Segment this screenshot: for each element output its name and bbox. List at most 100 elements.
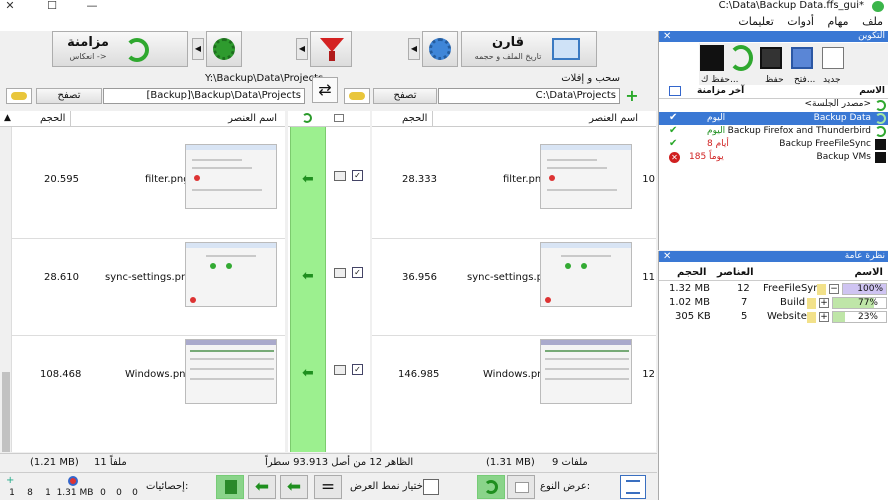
save-button[interactable] (789, 45, 815, 71)
sync-settings-button[interactable] (206, 31, 242, 67)
right-path-input[interactable]: [Backup]\Backup\Data\Projects (103, 88, 305, 104)
percent-label: 100% (857, 284, 883, 294)
close-panel-icon[interactable]: ✕ (663, 31, 671, 42)
config-item[interactable]: ✔ اليوم Backup Data (659, 112, 888, 125)
table-row[interactable]: 28.610 sync-settings.png (0, 238, 285, 335)
filter-icon (320, 38, 344, 52)
show-delete-button[interactable] (216, 475, 244, 499)
table-row[interactable]: 28.333 filter.png 10 (372, 141, 656, 238)
category-different-icon (334, 268, 346, 278)
table-row[interactable]: 108.468 Windows.png (0, 335, 285, 432)
left-status-size: (1.31 MB) (486, 457, 535, 468)
config-name: Backup FreeFileSync (779, 139, 871, 149)
details-view-button[interactable] (620, 475, 646, 499)
stat-create-right: 0 (100, 488, 106, 498)
browse-left-button[interactable]: تصفح (373, 88, 437, 104)
overview-row[interactable]: 1.32 MB 12 FreeFileSync − 100% (659, 283, 888, 297)
expand-icon[interactable]: + (819, 312, 829, 322)
cloud-right-button[interactable] (6, 88, 32, 104)
category-different-icon (334, 171, 346, 181)
arrow-left-icon[interactable]: ⬅ (302, 171, 314, 187)
cloud-icon (11, 92, 27, 100)
compare-dropdown-arrow[interactable]: ◀ (408, 38, 420, 60)
sync-dropdown-arrow[interactable]: ◀ (192, 38, 204, 60)
checkbox-icon[interactable]: ✓ (352, 364, 363, 375)
table-row[interactable]: 36.956 sync-settings.png 11 (372, 238, 656, 335)
show-update-left-button[interactable]: ⬅ (248, 475, 276, 499)
cloud-left-button[interactable] (344, 88, 370, 104)
add-folder-pair-icon[interactable]: + (624, 88, 640, 104)
menu-help[interactable]: تعليمات (733, 13, 778, 30)
right-grid-scrollbar[interactable] (0, 127, 12, 452)
collapse-icon[interactable]: − (829, 284, 839, 294)
show-create-left-button[interactable]: ⬅ (280, 475, 308, 499)
minimize-window-button[interactable]: — (84, 0, 100, 12)
config-item[interactable]: ✔ اليوم Backup Firefox and Thunderbird (659, 125, 888, 138)
overview-row[interactable]: 305 KB 5 Website + 23% (659, 311, 888, 325)
arrow-left-icon[interactable]: ⬅ (302, 268, 314, 284)
trash-icon (225, 480, 237, 494)
config-item[interactable]: ✕ 185 يوماً Backup VMs (659, 151, 888, 164)
right-name-header[interactable]: اسم العنصر (228, 111, 277, 126)
batch-job-icon[interactable] (700, 45, 724, 71)
filter-dropdown-arrow[interactable]: ◀ (296, 38, 308, 60)
compare-settings-button[interactable] (422, 31, 458, 67)
sync-action-header-icon[interactable] (302, 113, 312, 123)
close-panel-icon[interactable]: ✕ (663, 251, 671, 262)
batch-icon (875, 139, 886, 150)
compare-button[interactable]: قارن تاريخ الملف و حجمه (461, 31, 597, 67)
config-last-sync: 8 أيام (707, 139, 729, 149)
right-size-header[interactable]: الحجم (40, 111, 65, 126)
window-title: C:\Data\Backup Data.ffs_gui* (718, 0, 864, 11)
list-view-icon[interactable] (669, 86, 681, 96)
view-sync-action-button[interactable] (477, 475, 505, 499)
stats-panel: 1 8 1 1.31 MB 0 0 0 + (4, 475, 144, 499)
menu-tasks[interactable]: مهام (822, 13, 853, 30)
drag-drop-label: سحب و إفلات (561, 73, 620, 84)
filter-button[interactable] (310, 31, 352, 67)
menu-tools[interactable]: أدوات (782, 13, 819, 30)
right-file-grid: ▲ الحجم اسم العنصر 20.595 filter.png 28.… (0, 111, 285, 452)
app-icon (872, 1, 884, 12)
table-row[interactable]: 146.985 Windows.png 12 (372, 335, 656, 432)
overview-items-header[interactable]: العناصر (717, 267, 754, 278)
session-row[interactable]: <مصدر الجلسة> (659, 99, 888, 112)
compare-label: قارن (492, 35, 524, 50)
arrow-left-icon[interactable]: ⬅ (302, 365, 314, 381)
document-icon (822, 47, 844, 69)
sync-button[interactable]: مزامنة انعكاس -> (52, 31, 188, 67)
category-different-icon (334, 365, 346, 375)
close-window-button[interactable]: ✕ (2, 0, 18, 12)
config-last-sync: اليوم (707, 126, 726, 136)
left-name-header[interactable]: اسم العنصر (589, 111, 638, 126)
table-row[interactable]: 20.595 filter.png (0, 141, 285, 238)
save-view-icon[interactable] (423, 479, 439, 495)
name-header[interactable]: الاسم (859, 86, 885, 96)
config-item[interactable]: ✔ 8 أيام Backup FreeFileSync (659, 138, 888, 151)
overview-name-header[interactable]: الاسم (854, 267, 883, 278)
ok-check-icon: ✔ (669, 138, 678, 149)
scroll-up-icon[interactable]: ▲ (4, 111, 11, 126)
compare-header-icon[interactable] (334, 114, 344, 122)
view-mode-label: اختيار نمط العرض: (350, 481, 429, 492)
stat-delete-left: 1 (45, 488, 51, 498)
browse-right-button[interactable]: تصفح (36, 88, 102, 104)
sync-config-icon[interactable] (729, 45, 753, 71)
maximize-window-button[interactable]: ☐ (44, 0, 60, 12)
sync-icon (484, 480, 498, 494)
overview-size-header[interactable]: الحجم (677, 267, 706, 278)
show-equal-button[interactable]: = (314, 475, 342, 499)
camera-icon (515, 482, 529, 493)
save-as-button[interactable] (758, 45, 784, 71)
open-button[interactable] (820, 45, 846, 71)
checkbox-icon[interactable]: ✓ (352, 170, 363, 181)
swap-sides-button[interactable]: ⇄ (312, 77, 338, 103)
overview-row[interactable]: 1.02 MB 7 Build + 77% (659, 297, 888, 311)
expand-icon[interactable]: + (819, 298, 829, 308)
last-sync-header[interactable]: آخر مزامنة (697, 86, 744, 96)
left-size-header[interactable]: الحجم (402, 111, 427, 126)
left-path-input[interactable]: C:\Data\Projects (438, 88, 620, 104)
checkbox-icon[interactable]: ✓ (352, 267, 363, 278)
view-compare-button[interactable] (507, 475, 535, 499)
menu-file[interactable]: ملف (857, 13, 888, 30)
